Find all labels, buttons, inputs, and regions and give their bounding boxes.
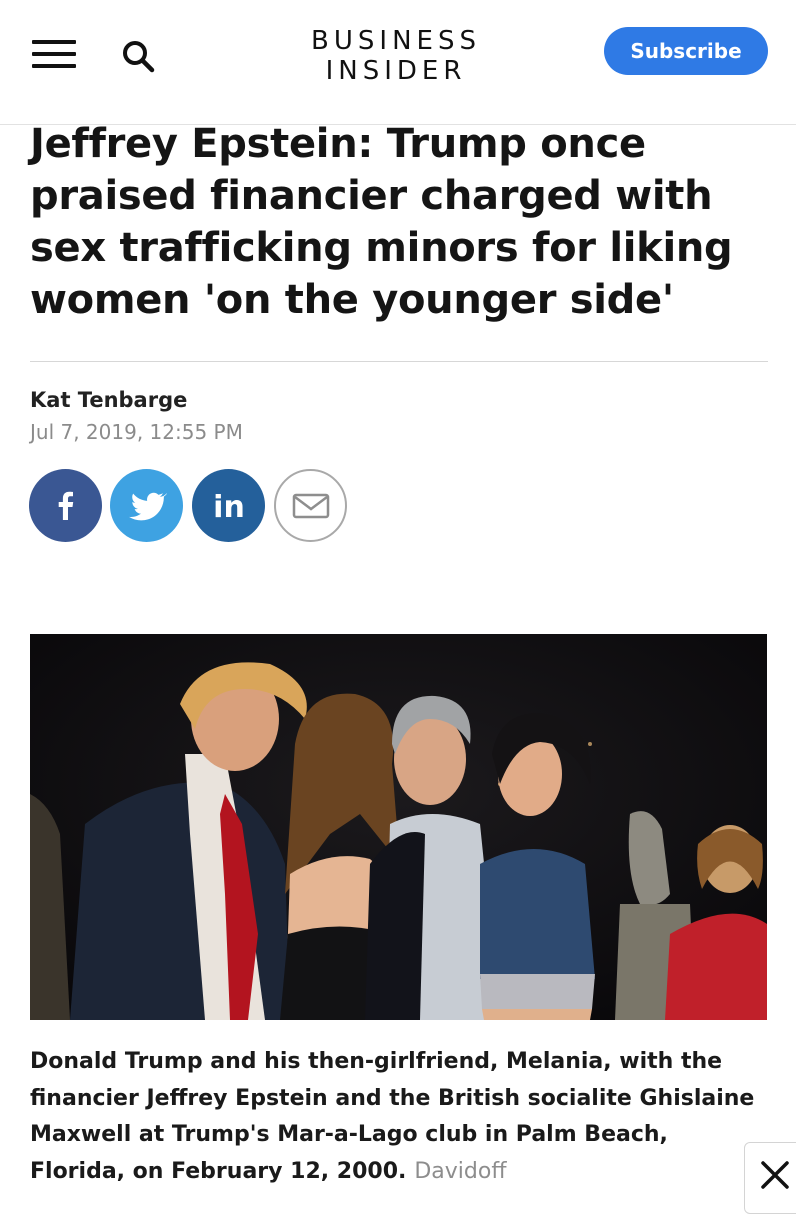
photo-illustration <box>30 634 767 1020</box>
article-headline: Jeffrey Epstein: Trump once praised fina… <box>30 121 733 323</box>
close-overlay-button[interactable] <box>744 1142 796 1214</box>
photo-credit: Davidoff <box>414 1158 507 1184</box>
share-email-button[interactable] <box>274 469 347 542</box>
facebook-icon <box>58 491 73 520</box>
caption-text: Donald Trump and his then-girlfriend, Me… <box>30 1049 755 1184</box>
linkedin-icon: in <box>213 490 245 525</box>
photo-caption: Donald Trump and his then-girlfriend, Me… <box>30 1044 760 1190</box>
logo-line-2: INSIDER <box>325 56 467 86</box>
share-twitter-button[interactable] <box>110 469 183 542</box>
twitter-icon <box>128 492 167 520</box>
share-linkedin-button[interactable]: in <box>192 469 265 542</box>
email-icon <box>292 493 329 518</box>
business-insider-logo[interactable]: BUSINESS INSIDER <box>290 26 502 86</box>
publish-date: Jul 7, 2019, 12:55 PM <box>30 420 243 444</box>
share-facebook-button[interactable] <box>29 469 102 542</box>
article-photo[interactable] <box>30 634 767 1020</box>
search-icon[interactable] <box>120 38 158 76</box>
site-header: BUSINESS INSIDER Subscribe <box>0 0 796 125</box>
close-icon <box>761 1161 789 1189</box>
divider <box>30 361 768 362</box>
author-name[interactable]: Kat Tenbarge <box>30 388 187 412</box>
logo-line-1: BUSINESS <box>311 26 481 56</box>
subscribe-button[interactable]: Subscribe <box>604 27 768 75</box>
svg-text:in: in <box>213 490 245 525</box>
hamburger-menu-icon[interactable] <box>32 38 76 70</box>
